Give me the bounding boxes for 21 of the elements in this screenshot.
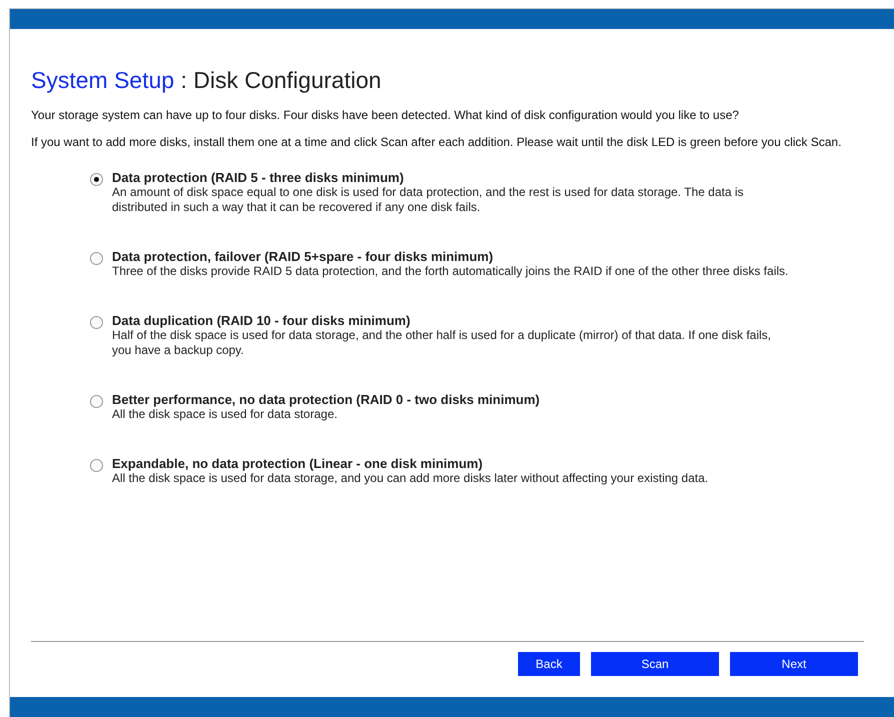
radio-button[interactable] <box>90 173 103 186</box>
radio-button[interactable] <box>90 395 103 408</box>
page-title: System Setup : Disk Configuration <box>31 67 382 94</box>
option-label[interactable]: Better performance, no data protection (RAID 0 - two disks minimum) <box>112 392 540 407</box>
option-description: All the disk space is used for data storage. <box>112 407 338 422</box>
action-button[interactable]: Next <box>730 652 858 676</box>
option-label[interactable]: Data protection (RAID 5 - three disks minimum) <box>112 170 792 185</box>
option-description: An amount of disk space equal to one disk is used for data protection, and the rest is used for data storage. The data is distributed in such a way that it can be recovered if any one disk fails. <box>112 185 744 215</box>
action-button[interactable]: Back <box>518 652 580 676</box>
action-button[interactable]: Scan <box>591 652 719 676</box>
option-description: Half of the disk space is used for data storage, and the other half is used for a duplicate (mirror) of that data. If one disk fails, you have a backup copy. <box>112 328 772 358</box>
intro-text: Your storage system can have up to four disks. Four disks have been detected. What kind of disk configuration would you like to use? <box>31 108 740 122</box>
option-description: Three of the disks provide RAID 5 data protection, and the forth automatically joins the RAID if one of the other three disks fails. <box>112 264 788 279</box>
option-label[interactable]: Data duplication (RAID 10 - four disks minimum) <box>112 313 792 328</box>
option-description: All the disk space is used for data storage, and you can add more disks later without affecting your existing data. <box>112 471 708 486</box>
option-label[interactable]: Expandable, no data protection (Linear - one disk minimum) <box>112 456 708 471</box>
intro-text: If you want to add more disks, install them one at a time and click Scan after each addition. Please wait until the disk LED is green before you click Scan. <box>31 135 842 149</box>
radio-button[interactable] <box>90 252 103 265</box>
option-label[interactable]: Data protection, failover (RAID 5+spare - four disks minimum) <box>112 249 788 264</box>
radio-button[interactable] <box>90 459 103 472</box>
radio-button[interactable] <box>90 316 103 329</box>
